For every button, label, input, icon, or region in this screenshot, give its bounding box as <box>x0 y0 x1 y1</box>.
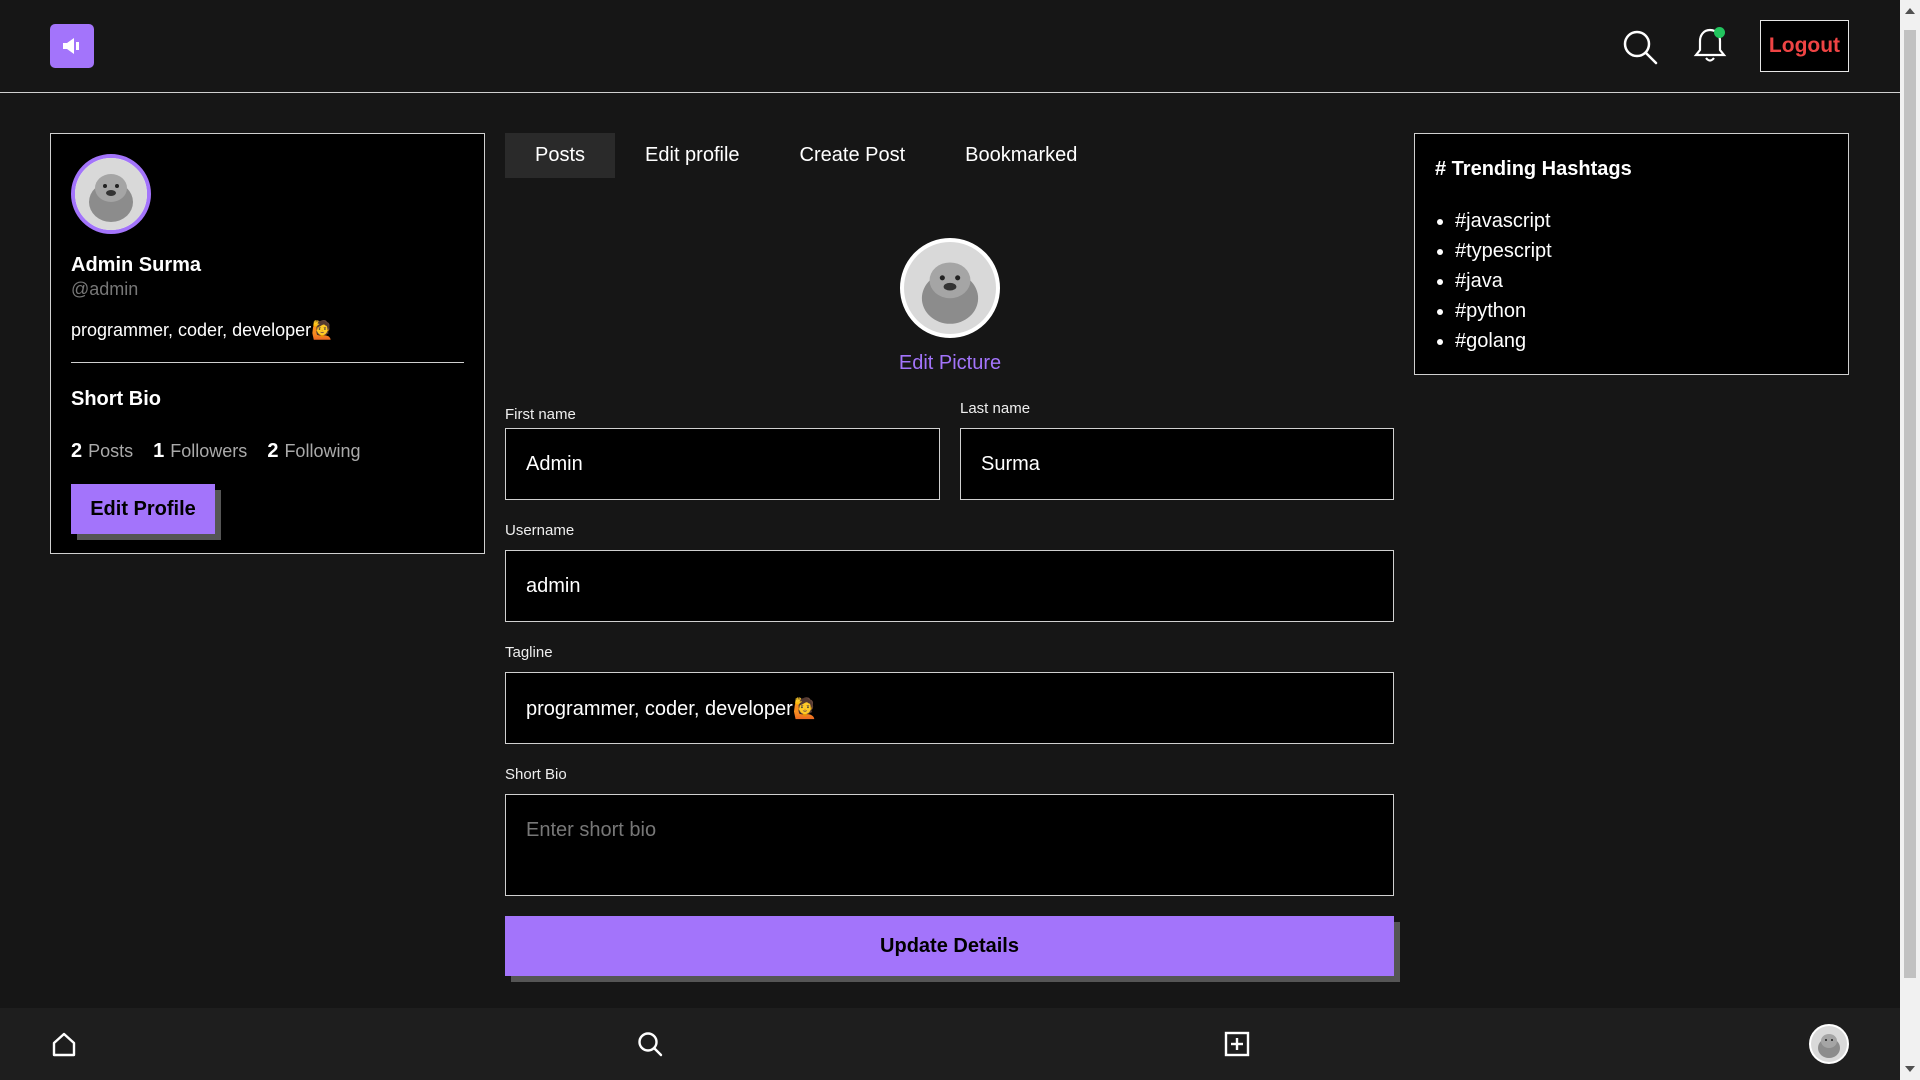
profile-card: Admin Surma @admin programmer, coder, de… <box>50 133 485 554</box>
hashtag-list: #javascript #typescript #java #python #g… <box>1455 206 1552 356</box>
tab-bookmarked[interactable]: Bookmarked <box>935 133 1107 178</box>
last-name-label: Last name <box>960 400 1031 417</box>
hashtag-item[interactable]: #golang <box>1455 326 1552 356</box>
update-details-button[interactable]: Update Details <box>505 916 1394 976</box>
tagline-field[interactable]: programmer, coder, developer🙋 <box>505 672 1394 744</box>
scroll-up-arrow-icon[interactable] <box>1905 8 1915 14</box>
short-bio-heading: Short Bio <box>71 388 161 410</box>
trending-title: # Trending Hashtags <box>1435 158 1632 180</box>
stat-number: 2 <box>71 440 83 462</box>
stat-followers[interactable]: 1 Followers <box>153 440 247 463</box>
megaphone-icon <box>63 38 79 54</box>
avatar-image <box>1811 1026 1847 1062</box>
username-label: Username <box>505 522 575 539</box>
home-icon[interactable] <box>50 1030 78 1058</box>
last-name-field[interactable]: Surma <box>960 428 1394 500</box>
short-bio-label: Short Bio <box>505 766 567 783</box>
profile-picture <box>900 238 1000 338</box>
profile-stats: 2 Posts 1 Followers 2 Following <box>71 440 360 463</box>
tab-edit-profile[interactable]: Edit profile <box>615 133 770 178</box>
tagline-label: Tagline <box>505 644 553 661</box>
app-logo[interactable] <box>50 24 94 68</box>
page-scrollbar[interactable] <box>1900 0 1920 1080</box>
stat-label: Followers <box>170 441 248 461</box>
avatar-image <box>75 158 147 230</box>
stat-posts[interactable]: 2 Posts <box>71 440 133 463</box>
first-name-label: First name <box>505 406 576 423</box>
hashtag-item[interactable]: #typescript <box>1455 236 1552 266</box>
profile-tagline: programmer, coder, developer🙋 <box>71 320 334 340</box>
edit-profile-button[interactable]: Edit Profile <box>71 484 215 534</box>
trending-hashtags-card: # Trending Hashtags #javascript #typescr… <box>1414 133 1849 375</box>
hashtag-item[interactable]: #java <box>1455 266 1552 296</box>
logout-button[interactable]: Logout <box>1760 20 1849 72</box>
stat-label: Posts <box>88 441 134 461</box>
avatar-image <box>904 242 996 334</box>
username-field[interactable]: admin <box>505 550 1394 622</box>
first-name-field[interactable]: Admin <box>505 428 940 500</box>
tab-posts[interactable]: Posts <box>505 133 616 178</box>
short-bio-textarea[interactable]: Enter short bio <box>505 794 1394 896</box>
profile-handle: @admin <box>71 279 139 299</box>
notification-dot <box>1714 27 1725 38</box>
tab-create-post[interactable]: Create Post <box>770 133 936 178</box>
edit-picture-link[interactable]: Edit Picture <box>860 352 1040 375</box>
stat-following[interactable]: 2 Following <box>267 440 360 463</box>
stat-number: 2 <box>267 440 279 462</box>
plus-square-icon[interactable] <box>1223 1030 1251 1058</box>
avatar[interactable] <box>71 154 151 234</box>
top-header: Logout <box>0 0 1900 93</box>
search-icon[interactable] <box>1622 29 1658 65</box>
stat-label: Following <box>284 441 361 461</box>
bottom-nav <box>0 1008 1900 1080</box>
scroll-thumb[interactable] <box>1904 30 1916 978</box>
avatar[interactable] <box>1809 1024 1849 1064</box>
divider <box>71 362 464 363</box>
hashtag-item[interactable]: #python <box>1455 296 1552 326</box>
stat-number: 1 <box>153 440 165 462</box>
search-icon[interactable] <box>636 1030 664 1058</box>
page: Logout Admin Surma @admin programmer, co… <box>0 0 1920 1080</box>
profile-tabs: Posts Edit profile Create Post Bookmarke… <box>505 133 1107 178</box>
profile-name: Admin Surma <box>71 254 202 276</box>
hashtag-item[interactable]: #javascript <box>1455 206 1552 236</box>
scroll-down-arrow-icon[interactable] <box>1905 1066 1915 1072</box>
